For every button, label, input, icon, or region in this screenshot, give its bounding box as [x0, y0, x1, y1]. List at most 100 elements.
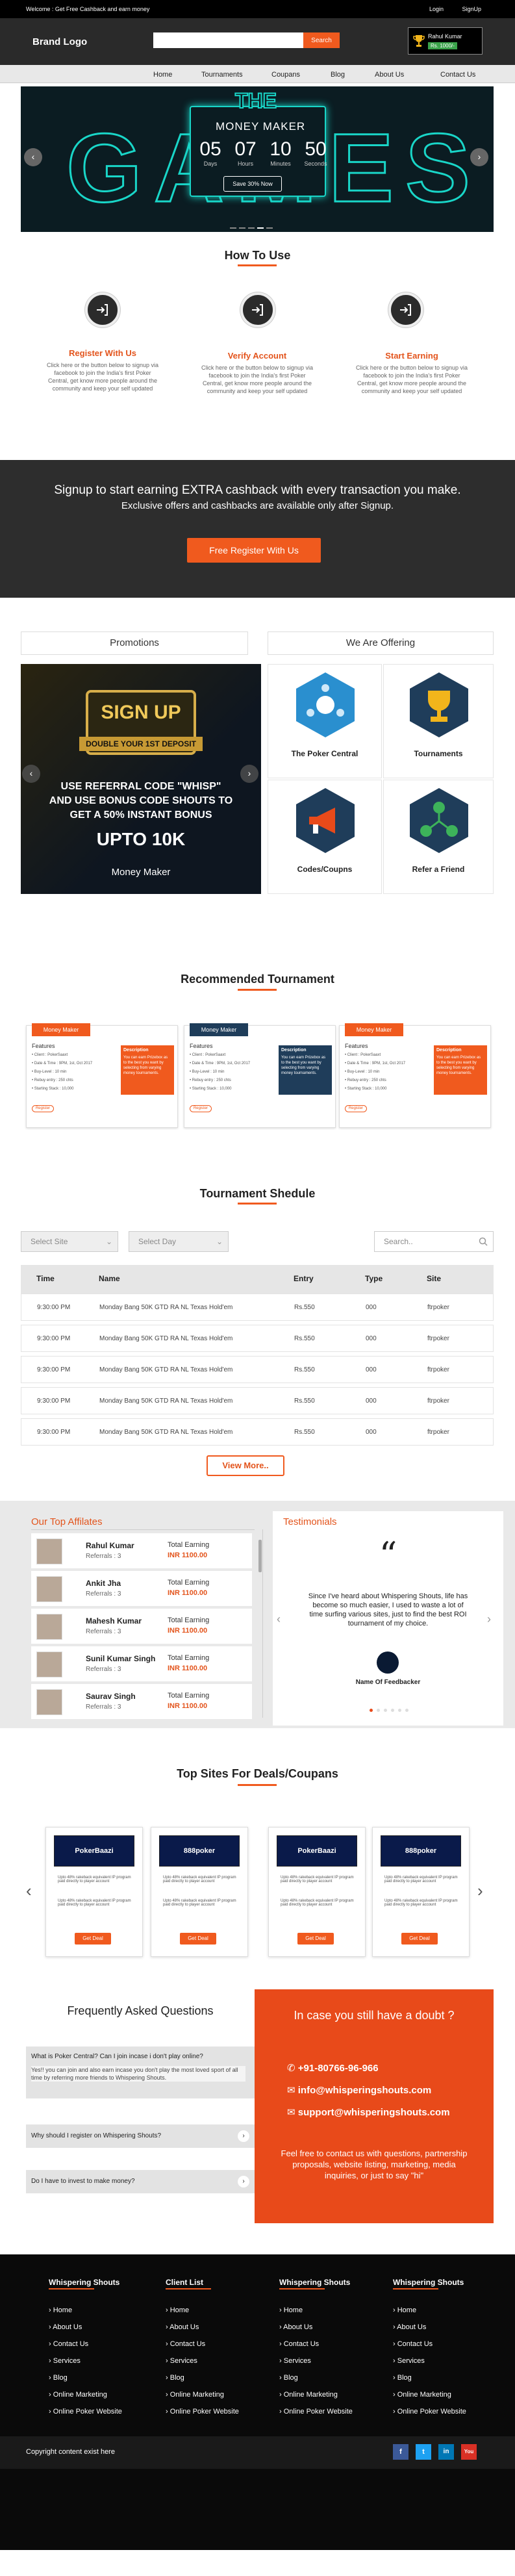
footer-link[interactable]: › Contact Us: [393, 2340, 433, 2348]
footer-link[interactable]: › Home: [49, 2306, 72, 2314]
footer-link[interactable]: › Online Poker Website: [166, 2408, 239, 2416]
phone-row[interactable]: ✆ +91-80766-96-966: [287, 2062, 379, 2074]
nav-contact-us[interactable]: Contact Us: [440, 71, 475, 79]
nav-blog[interactable]: Blog: [331, 71, 345, 79]
select-site-dropdown[interactable]: Select Site ⌄: [21, 1231, 118, 1252]
tournament-card[interactable]: Money Maker Features • Client : PokerSaaxt…: [26, 1023, 178, 1128]
promo-next-arrow-icon[interactable]: ›: [240, 765, 258, 783]
footer-link[interactable]: › Services: [49, 2357, 81, 2365]
offer-refer-friend[interactable]: Refer a Friend: [383, 780, 494, 894]
get-deal-button[interactable]: Get Deal: [401, 1933, 438, 1945]
footer-link[interactable]: › Services: [279, 2357, 311, 2365]
faq-item[interactable]: Why should I register on Whispering Shou…: [26, 2124, 255, 2148]
footer-link[interactable]: › Online Poker Website: [393, 2408, 466, 2416]
chevron-right-icon[interactable]: ›: [238, 2130, 249, 2142]
testimonial-next-icon[interactable]: ›: [487, 1613, 491, 1626]
affiliate-item[interactable]: Saurav Singh Referrals : 3 Total Earning IN…: [31, 1684, 252, 1719]
footer-link[interactable]: › About Us: [279, 2323, 312, 2331]
footer-link[interactable]: › Blog: [49, 2374, 68, 2382]
deal-site-card[interactable]: 888poker Upto 48% rakeback equivalent IP …: [151, 1827, 248, 1957]
faq-item[interactable]: Do I have to invest to make money? ›: [26, 2170, 255, 2193]
footer-link[interactable]: › Online Poker Website: [49, 2408, 122, 2416]
hero-dots[interactable]: [229, 223, 274, 231]
footer-link[interactable]: › Services: [166, 2357, 197, 2365]
footer-link[interactable]: › Contact Us: [49, 2340, 88, 2348]
affiliates-scrollbar[interactable]: [258, 1540, 262, 1572]
footer-link[interactable]: › About Us: [393, 2323, 426, 2331]
schedule-search[interactable]: Search..: [374, 1231, 494, 1252]
nav-tournaments[interactable]: Tournaments: [201, 71, 243, 79]
footer-link[interactable]: › Contact Us: [166, 2340, 205, 2348]
offer-poker-central[interactable]: The Poker Central: [268, 664, 382, 778]
card-register-button[interactable]: Register: [190, 1105, 212, 1112]
faq-item-open[interactable]: What is Poker Central? Can I join incase…: [26, 2047, 255, 2098]
footer-link[interactable]: › Services: [393, 2357, 425, 2365]
card-register-button[interactable]: Register: [345, 1105, 367, 1112]
table-cell: 000: [366, 1335, 377, 1342]
info-email-row[interactable]: ✉ info@whisperingshouts.com: [287, 2084, 431, 2096]
search-button[interactable]: Search: [303, 32, 340, 48]
footer-link[interactable]: › Online Marketing: [166, 2391, 224, 2399]
chevron-right-icon[interactable]: ›: [238, 2176, 249, 2187]
youtube-icon[interactable]: You: [461, 2444, 477, 2460]
deal-site-card[interactable]: 888poker Upto 48% rakeback equivalent IP …: [372, 1827, 470, 1957]
tournament-card[interactable]: Money Maker Features • Client : PokerSaaxt…: [339, 1023, 491, 1128]
affiliate-item[interactable]: Rahul Kumar Referrals : 3 Total Earning INR…: [31, 1533, 252, 1568]
login-link[interactable]: Login: [429, 6, 444, 12]
get-deal-button[interactable]: Get Deal: [75, 1933, 111, 1945]
sites-next-arrow-icon[interactable]: ›: [477, 1881, 483, 1901]
hero-next-arrow-icon[interactable]: ›: [470, 148, 488, 166]
affiliate-item[interactable]: Sunil Kumar Singh Referrals : 3 Total Earn…: [31, 1646, 252, 1681]
nav-coupans[interactable]: Coupans: [271, 71, 300, 79]
free-register-button[interactable]: Free Register With Us: [187, 538, 321, 563]
affiliate-item[interactable]: Mahesh Kumar Referrals : 3 Total Earning IN…: [31, 1609, 252, 1644]
deal-site-card[interactable]: PokerBaazi Upto 48% rakeback equivalent I…: [268, 1827, 366, 1957]
testimonial-prev-icon[interactable]: ‹: [277, 1613, 281, 1626]
signup-link[interactable]: SignUp: [462, 6, 481, 12]
footer-link[interactable]: › Blog: [279, 2374, 298, 2382]
view-more-button[interactable]: View More..: [207, 1455, 284, 1476]
footer-link[interactable]: › Blog: [393, 2374, 412, 2382]
linkedin-icon[interactable]: in: [438, 2444, 454, 2460]
offer-tournaments[interactable]: Tournaments: [383, 664, 494, 778]
affiliate-item[interactable]: Ankit Jha Referrals : 3 Total Earning INR 1…: [31, 1571, 252, 1606]
brand-logo[interactable]: Brand Logo: [32, 36, 87, 47]
table-row[interactable]: 9:30:00 PM Monday Bang 50K GTD RA NL Texa…: [21, 1356, 494, 1383]
footer-link[interactable]: › About Us: [49, 2323, 82, 2331]
footer-link[interactable]: › Home: [393, 2306, 416, 2314]
tournament-card[interactable]: Money Maker Features • Client : PokerSaaxt…: [184, 1023, 336, 1128]
twitter-icon[interactable]: t: [416, 2444, 431, 2460]
offer-codes-coupns[interactable]: Codes/Coupns: [268, 780, 382, 894]
footer-link[interactable]: › Blog: [166, 2374, 184, 2382]
select-day-dropdown[interactable]: Select Day ⌄: [129, 1231, 229, 1252]
footer-link-label: Services: [397, 2357, 425, 2365]
hero-prev-arrow-icon[interactable]: ‹: [24, 148, 42, 166]
footer-link[interactable]: › Home: [279, 2306, 303, 2314]
nav-home[interactable]: Home: [153, 71, 172, 79]
table-row[interactable]: 9:30:00 PM Monday Bang 50K GTD RA NL Texa…: [21, 1294, 494, 1321]
promo-prev-arrow-icon[interactable]: ‹: [22, 765, 40, 783]
search-input[interactable]: [153, 32, 301, 48]
footer-link[interactable]: › About Us: [166, 2323, 199, 2331]
deal-site-card[interactable]: PokerBaazi Upto 48% rakeback equivalent I…: [45, 1827, 143, 1957]
table-row[interactable]: 9:30:00 PM Monday Bang 50K GTD RA NL Texa…: [21, 1387, 494, 1414]
table-row[interactable]: 9:30:00 PM Monday Bang 50K GTD RA NL Texa…: [21, 1325, 494, 1352]
footer-link[interactable]: › Online Marketing: [279, 2391, 338, 2399]
save-now-button[interactable]: Save 30% Now: [223, 176, 282, 192]
footer-link[interactable]: › Home: [166, 2306, 189, 2314]
footer-link[interactable]: › Online Marketing: [49, 2391, 107, 2399]
get-deal-button[interactable]: Get Deal: [180, 1933, 216, 1945]
get-deal-button[interactable]: Get Deal: [297, 1933, 334, 1945]
card-register-button[interactable]: Register: [32, 1105, 54, 1112]
user-account[interactable]: Rahul Kumar Rs. 1000/-: [408, 27, 483, 55]
footer-link[interactable]: › Contact Us: [279, 2340, 319, 2348]
sites-prev-arrow-icon[interactable]: ‹: [26, 1881, 32, 1901]
promotion-slide[interactable]: SIGN UP DOUBLE YOUR 1ST DEPOSIT USE REFE…: [21, 664, 261, 894]
nav-about-us[interactable]: About Us: [375, 71, 404, 79]
footer-link[interactable]: › Online Marketing: [393, 2391, 451, 2399]
support-email-row[interactable]: ✉ support@whisperingshouts.com: [287, 2106, 450, 2118]
table-row[interactable]: 9:30:00 PM Monday Bang 50K GTD RA NL Texa…: [21, 1418, 494, 1446]
footer-link[interactable]: › Online Poker Website: [279, 2408, 353, 2416]
testimonial-dots[interactable]: [368, 1706, 410, 1714]
facebook-icon[interactable]: f: [393, 2444, 408, 2460]
